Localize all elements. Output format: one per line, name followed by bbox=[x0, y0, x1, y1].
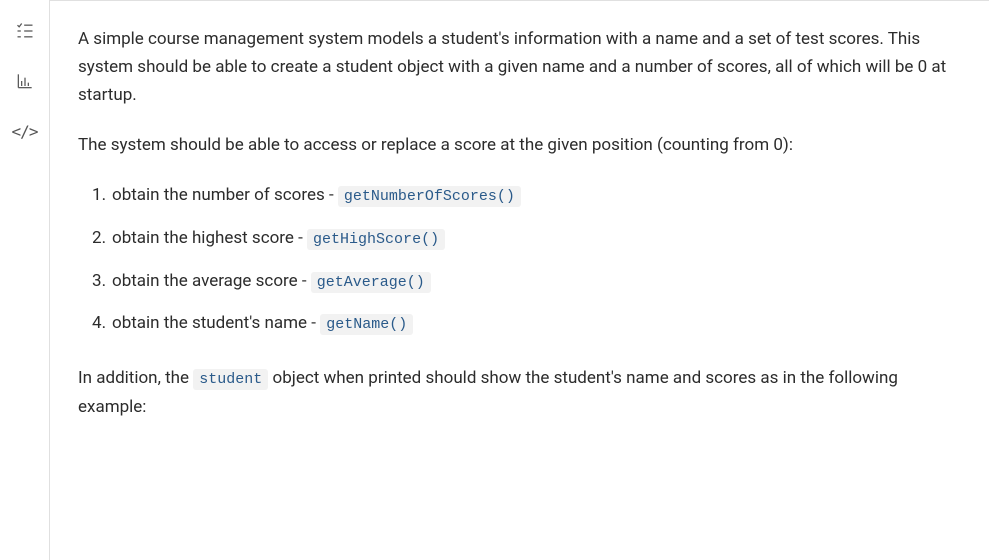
list-item: obtain the highest score - getHighScore(… bbox=[92, 224, 957, 253]
code-snippet: student bbox=[193, 369, 268, 390]
intro-paragraph: A simple course management system models… bbox=[78, 25, 957, 109]
sidebar: </> bbox=[0, 0, 50, 560]
list-item-text: obtain the student's name - bbox=[112, 313, 320, 333]
list-item-text: obtain the highest score - bbox=[112, 228, 307, 248]
list-item: obtain the average score - getAverage() bbox=[92, 267, 957, 296]
list-item-text: obtain the average score - bbox=[112, 271, 311, 291]
list-item: obtain the student's name - getName() bbox=[92, 309, 957, 338]
closing-paragraph: In addition, the student object when pri… bbox=[78, 364, 957, 421]
content-area: A simple course management system models… bbox=[50, 0, 989, 560]
code-snippet: getName() bbox=[320, 314, 413, 335]
code-snippet: getAverage() bbox=[311, 272, 431, 293]
code-icon[interactable]: </> bbox=[14, 120, 36, 142]
code-snippet: getHighScore() bbox=[307, 229, 445, 250]
list-item: obtain the number of scores - getNumberO… bbox=[92, 181, 957, 210]
code-snippet: getNumberOfScores() bbox=[338, 186, 521, 207]
checklist-icon[interactable] bbox=[14, 20, 36, 42]
list-item-text: obtain the number of scores - bbox=[112, 185, 338, 205]
system-paragraph: The system should be able to access or r… bbox=[78, 131, 957, 159]
method-list: obtain the number of scores - getNumberO… bbox=[92, 181, 957, 338]
bar-chart-icon[interactable] bbox=[14, 70, 36, 92]
closing-prefix: In addition, the bbox=[78, 368, 193, 388]
